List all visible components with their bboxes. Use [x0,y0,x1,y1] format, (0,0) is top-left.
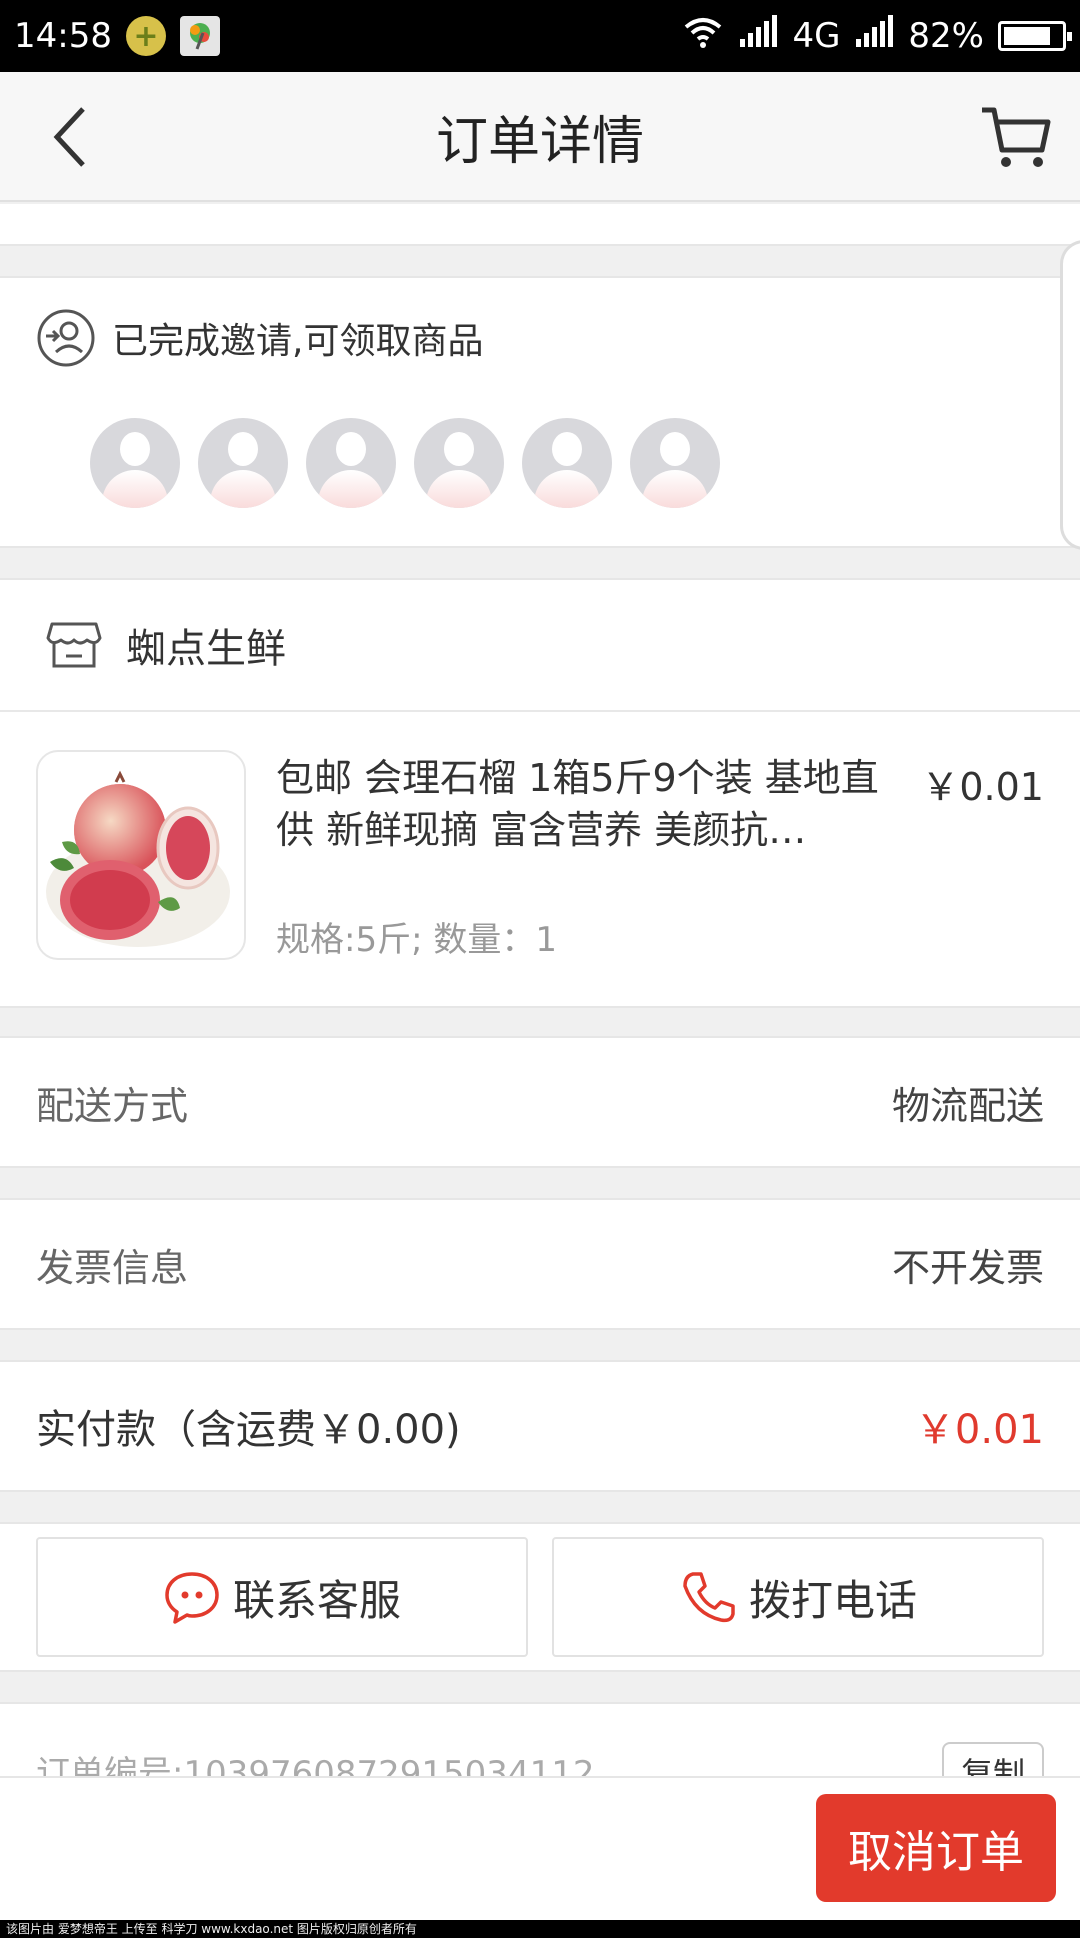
signal-icon [738,14,778,58]
avatar [198,418,288,508]
wifi-icon [682,15,724,58]
watermark-note: 该图片由 爱梦想帝王 上传至 科学刀 www.kxdao.net 图片版权归原创… [0,1920,1080,1938]
shop-name: 蜘点生鲜 [126,626,286,672]
delivery-row: 配送方式 物流配送 [0,1036,1080,1168]
invite-header: 已完成邀请,可领取商品 [36,308,483,368]
product-image[interactable] [36,750,246,960]
chevron-left-icon[interactable] [34,102,104,172]
phone-icon [679,1568,737,1626]
user-invite-icon [36,308,96,368]
bottom-action-bar: 取消订单 [0,1776,1080,1920]
avatar [414,418,504,508]
battery-percent: 82% [908,16,984,56]
delivery-value: 物流配送 [891,1083,1044,1128]
nav-header: 订单详情 [0,72,1080,202]
invite-status-text: 已完成邀请,可领取商品 [112,321,484,362]
store-icon [46,620,102,670]
invoice-row: 发票信息 不开发票 [0,1198,1080,1330]
payment-row: 实付款（含运费￥0.00) ￥0.01 [0,1360,1080,1492]
status-indicators: 4G 82% [682,14,1072,58]
contact-service-button[interactable]: 联系客服 [36,1537,528,1657]
invoice-value: 不开发票 [891,1245,1044,1290]
avatar [630,418,720,508]
plus-app-icon: + [125,16,166,56]
payment-label: 实付款（含运费￥0.00) [36,1407,461,1453]
page-title: 订单详情 [435,111,644,172]
status-time: 14:58 [14,16,112,56]
product-price: ￥0.01 [921,765,1044,809]
network-type: 4G [792,16,841,56]
battery-icon [998,21,1072,51]
chat-bubble-icon [163,1568,221,1626]
shop-card: 蜘点生鲜 包邮 会理石榴 1箱5斤9个装 基地直供 新鲜现摘 富含营养 美颜抗…… [0,578,1080,1008]
header-spacer [0,204,1080,246]
avatar [522,418,612,508]
side-drawer-handle[interactable] [1060,240,1080,550]
call-phone-button[interactable]: 拨打电话 [552,1537,1044,1657]
payment-amount: ￥0.01 [914,1407,1044,1453]
contact-service-label: 联系客服 [232,1575,401,1625]
delivery-label: 配送方式 [36,1083,189,1128]
map-pin-app-icon [179,16,220,56]
product-title[interactable]: 包邮 会理石榴 1箱5斤9个装 基地直供 新鲜现摘 富含营养 美颜抗… [276,752,896,856]
signal-icon [854,14,894,58]
invoice-label: 发票信息 [36,1245,189,1290]
status-bar: 14:58 + 4G 82% [0,0,1080,72]
contact-section: 联系客服 拨打电话 [0,1522,1080,1672]
shop-header[interactable]: 蜘点生鲜 [0,580,1080,712]
cart-icon[interactable] [978,100,1054,176]
avatar [90,418,180,508]
avatar [306,418,396,508]
product-spec: 规格:5斤; 数量：1 [276,920,557,960]
invite-card: 已完成邀请,可领取商品 [0,276,1080,548]
call-phone-label: 拨打电话 [748,1575,917,1625]
avatar-list [90,418,720,508]
cancel-order-button[interactable]: 取消订单 [816,1794,1056,1902]
